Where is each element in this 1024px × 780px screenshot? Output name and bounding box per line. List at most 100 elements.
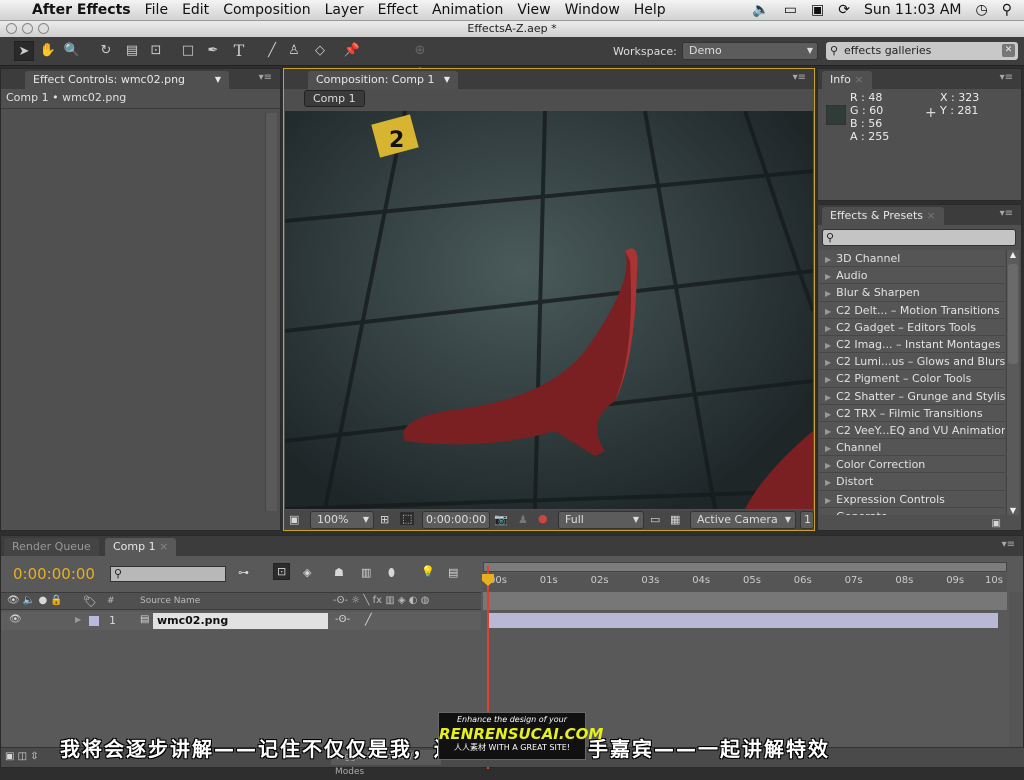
- minimize-window-button[interactable]: [22, 23, 33, 34]
- tab-effects-presets[interactable]: Effects & Presets ×: [822, 207, 944, 225]
- tab-composition[interactable]: Composition: Comp 1 ▼: [308, 71, 458, 89]
- display-icon[interactable]: ▣: [811, 2, 824, 18]
- hand-tool-icon[interactable]: ✋: [38, 41, 58, 61]
- expand-triangle-icon[interactable]: ▶: [825, 461, 831, 470]
- effect-category[interactable]: ▶ C2 Gadget – Editors Tools: [819, 318, 1005, 336]
- expand-triangle-icon[interactable]: ▶: [825, 272, 831, 281]
- expand-triangle-icon[interactable]: ▶: [825, 307, 831, 316]
- effect-controls-scrollbar[interactable]: [265, 113, 277, 511]
- clone-stamp-tool-icon[interactable]: ♙: [284, 41, 304, 61]
- menu-app[interactable]: After Effects: [32, 2, 131, 18]
- expand-triangle-icon[interactable]: ▶: [825, 410, 831, 419]
- visibility-icon[interactable]: 👁: [9, 614, 22, 625]
- expand-triangle-icon[interactable]: ▶: [825, 375, 831, 384]
- type-tool-icon[interactable]: T: [229, 41, 249, 61]
- effect-category[interactable]: ▶ Audio: [819, 267, 1005, 285]
- menu-file[interactable]: File: [145, 2, 168, 18]
- panel-menu-icon[interactable]: ▾≡: [1002, 539, 1015, 550]
- expand-triangle-icon[interactable]: ▶: [825, 341, 831, 350]
- effects-scrollbar[interactable]: ▲ ▼: [1006, 250, 1019, 515]
- source-name-header[interactable]: Source Name: [140, 596, 200, 606]
- graph-editor-icon[interactable]: ▤: [448, 566, 458, 579]
- expand-triangle-icon[interactable]: ▶: [825, 496, 831, 505]
- expand-triangle-icon[interactable]: ▶: [825, 255, 831, 264]
- tab-effect-controls[interactable]: Effect Controls: wmc02.png ▼: [25, 71, 229, 89]
- expand-triangle-icon[interactable]: ▶: [825, 289, 831, 298]
- current-time-field[interactable]: 0:00:00:00: [422, 511, 490, 529]
- effect-category[interactable]: ▶ C2 VeeY...EQ and VU Animation: [819, 421, 1005, 440]
- time-ruler[interactable]: 00s 01s 02s 03s 04s 05s 06s 07s 08s 09s 10s: [483, 573, 1007, 592]
- effect-category[interactable]: ▶ 3D Channel: [819, 250, 1005, 268]
- layer-name[interactable]: wmc02.png: [153, 613, 328, 629]
- effect-category[interactable]: ▶ Channel: [819, 439, 1005, 457]
- effect-category[interactable]: ▶ C2 TRX – Filmic Transitions: [819, 404, 1005, 422]
- always-preview-icon[interactable]: ▣: [289, 513, 299, 526]
- brush-tool-icon[interactable]: ╱: [262, 41, 282, 61]
- shy-switch-icon[interactable]: -Ꙩ-: [335, 614, 350, 625]
- expand-triangle-icon[interactable]: ▶: [825, 324, 831, 333]
- snapshot-icon[interactable]: 📷: [494, 513, 508, 526]
- show-snapshot-icon[interactable]: ♟: [518, 513, 528, 526]
- menu-edit[interactable]: Edit: [182, 2, 209, 18]
- workspace-dropdown[interactable]: Demo ▼: [682, 42, 818, 60]
- grid-guide-icon[interactable]: ⊞: [380, 513, 389, 526]
- effect-category[interactable]: ▶ C2 Imag... – Instant Montages: [819, 335, 1005, 354]
- tab-render-queue[interactable]: Render Queue: [4, 538, 99, 556]
- clock[interactable]: Sun 11:03 AM: [864, 2, 962, 18]
- sync-icon[interactable]: ⟳: [838, 2, 850, 18]
- effect-category[interactable]: ▶ C2 Pigment – Color Tools: [819, 370, 1005, 388]
- brainstorm-icon[interactable]: 💡: [421, 565, 435, 578]
- scroll-up-icon[interactable]: ▲: [1007, 250, 1019, 262]
- scroll-down-icon[interactable]: ▼: [1007, 506, 1019, 515]
- close-window-button[interactable]: [6, 23, 17, 34]
- comp-mini-flowchart-icon[interactable]: ⊶: [238, 566, 249, 579]
- effects-search-input[interactable]: ⚲: [822, 229, 1016, 246]
- clear-search-icon[interactable]: ✕: [1002, 44, 1015, 57]
- resolution-dropdown[interactable]: Full ▼: [558, 511, 644, 529]
- menu-view[interactable]: View: [517, 2, 550, 18]
- effect-category[interactable]: ▶ Generate: [819, 507, 1005, 515]
- zoom-window-button[interactable]: [38, 23, 49, 34]
- puppet-pin-tool-icon[interactable]: 📌: [342, 41, 362, 61]
- expand-triangle-icon[interactable]: ▶: [825, 427, 831, 436]
- spotlight-search-icon[interactable]: ⚲: [1002, 2, 1012, 18]
- comp-navigator-button[interactable]: Comp 1: [304, 90, 365, 107]
- effect-category[interactable]: ▶ Blur & Sharpen: [819, 284, 1005, 302]
- help-search-input[interactable]: ⚲ effects galleries ✕: [826, 42, 1018, 60]
- effect-category[interactable]: ▶ C2 Shatter – Grunge and Stylise: [819, 387, 1005, 405]
- menu-animation[interactable]: Animation: [432, 2, 503, 18]
- pen-tool-icon[interactable]: ✒: [203, 41, 223, 61]
- mask-visibility-icon[interactable]: ⬚: [400, 512, 415, 525]
- menu-window[interactable]: Window: [565, 2, 620, 18]
- effect-category[interactable]: ▶ C2 Lumi...us – Glows and Blurs: [819, 353, 1005, 371]
- volume-icon[interactable]: 🔈: [752, 2, 769, 18]
- effect-category[interactable]: ▶ Distort: [819, 473, 1005, 491]
- menu-layer[interactable]: Layer: [325, 2, 364, 18]
- layer-search-input[interactable]: ⚲: [110, 566, 226, 582]
- expand-triangle-icon[interactable]: ▶: [825, 513, 831, 515]
- expand-triangle-icon[interactable]: ▶: [825, 358, 831, 367]
- time-machine-icon[interactable]: ◷: [976, 2, 988, 18]
- battery-icon[interactable]: ▭: [784, 2, 797, 18]
- zoom-tool-icon[interactable]: 🔍: [62, 41, 82, 61]
- effect-category[interactable]: ▶ Expression Controls: [819, 490, 1005, 508]
- selection-tool-icon[interactable]: ➤: [14, 41, 34, 61]
- tab-comp-1[interactable]: Comp 1 ×: [105, 538, 177, 556]
- magnification-dropdown[interactable]: 100% ▼: [310, 511, 374, 529]
- menu-composition[interactable]: Composition: [223, 2, 310, 18]
- panel-menu-icon[interactable]: ▾≡: [1000, 72, 1013, 83]
- tab-info[interactable]: Info ×: [822, 71, 872, 89]
- layer-label-color[interactable]: [89, 616, 99, 626]
- expand-layer-icon[interactable]: ▶: [75, 615, 81, 624]
- camera-dropdown[interactable]: Active Camera ▼: [690, 511, 796, 529]
- menu-effect[interactable]: Effect: [378, 2, 418, 18]
- axis-mode-icon[interactable]: ⊕ • ✕: [410, 41, 430, 98]
- panel-menu-icon[interactable]: ▾≡: [259, 72, 272, 83]
- draft-3d-icon[interactable]: ◈: [303, 566, 311, 579]
- pan-behind-tool-icon[interactable]: ⊡: [146, 41, 166, 61]
- live-update-icon[interactable]: ⊡: [273, 563, 291, 580]
- scroll-thumb[interactable]: [1008, 264, 1018, 364]
- quality-switch-icon[interactable]: ╱: [365, 613, 372, 626]
- layer-duration-bar[interactable]: [488, 613, 998, 628]
- eraser-tool-icon[interactable]: ◇: [310, 41, 330, 61]
